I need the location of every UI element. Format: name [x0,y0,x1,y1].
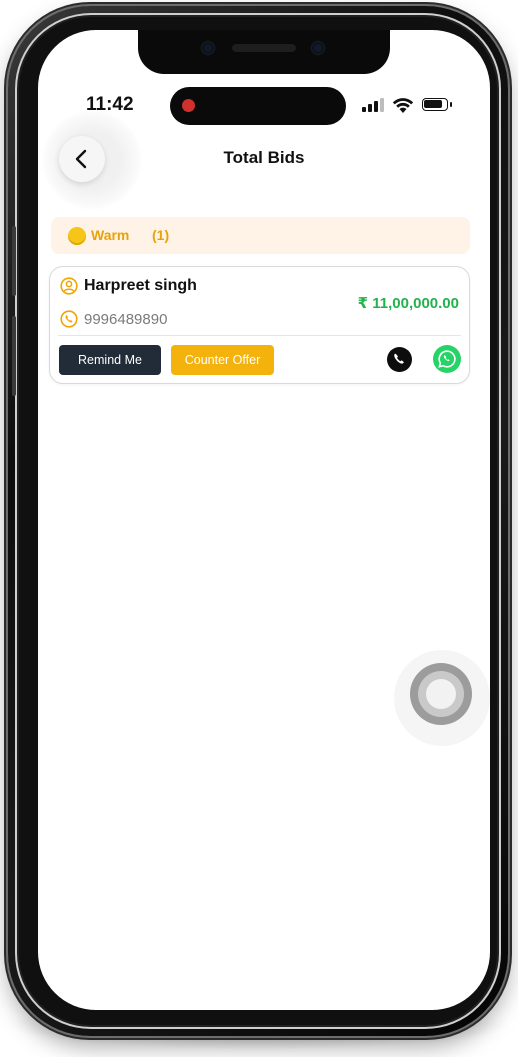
app-screen: 11:42 Total Bids Warm (1) Harpreet singh… [38,30,490,1010]
volume-down-button [12,316,16,396]
cellular-signal-icon [362,98,384,112]
call-icon[interactable] [387,347,412,372]
wifi-icon [392,98,414,113]
front-camera-icon [312,42,324,54]
speaker-grille [232,44,296,52]
counter-offer-button[interactable]: Counter Offer [171,345,274,375]
sensor-icon [202,42,214,54]
volume-up-button [12,226,16,296]
battery-icon [422,98,452,111]
bid-amount: ₹ 11,00,000.00 [357,295,459,312]
assistive-touch-button[interactable] [410,663,472,725]
recording-dot-icon [182,99,195,112]
dynamic-island [170,87,346,125]
warm-group-header[interactable]: Warm (1) [51,217,470,254]
group-count: (1) [152,227,170,243]
group-label: Warm [91,227,130,243]
person-icon [60,277,78,295]
remind-me-button[interactable]: Remind Me [59,345,161,375]
bidder-name: Harpreet singh [84,277,197,294]
bid-card[interactable]: Harpreet singh 9996489890 ₹ 11,00,000.00… [49,266,470,384]
notch [138,30,390,74]
status-icons [360,96,456,116]
whatsapp-icon[interactable] [433,345,461,373]
phone-icon [60,310,78,328]
page-title: Total Bids [223,148,305,167]
bidder-phone: 9996489890 [84,311,168,328]
page: 11:42 Total Bids Warm (1) Harpreet singh… [0,0,518,1057]
card-divider [58,335,461,336]
warm-dot-icon [68,227,86,245]
